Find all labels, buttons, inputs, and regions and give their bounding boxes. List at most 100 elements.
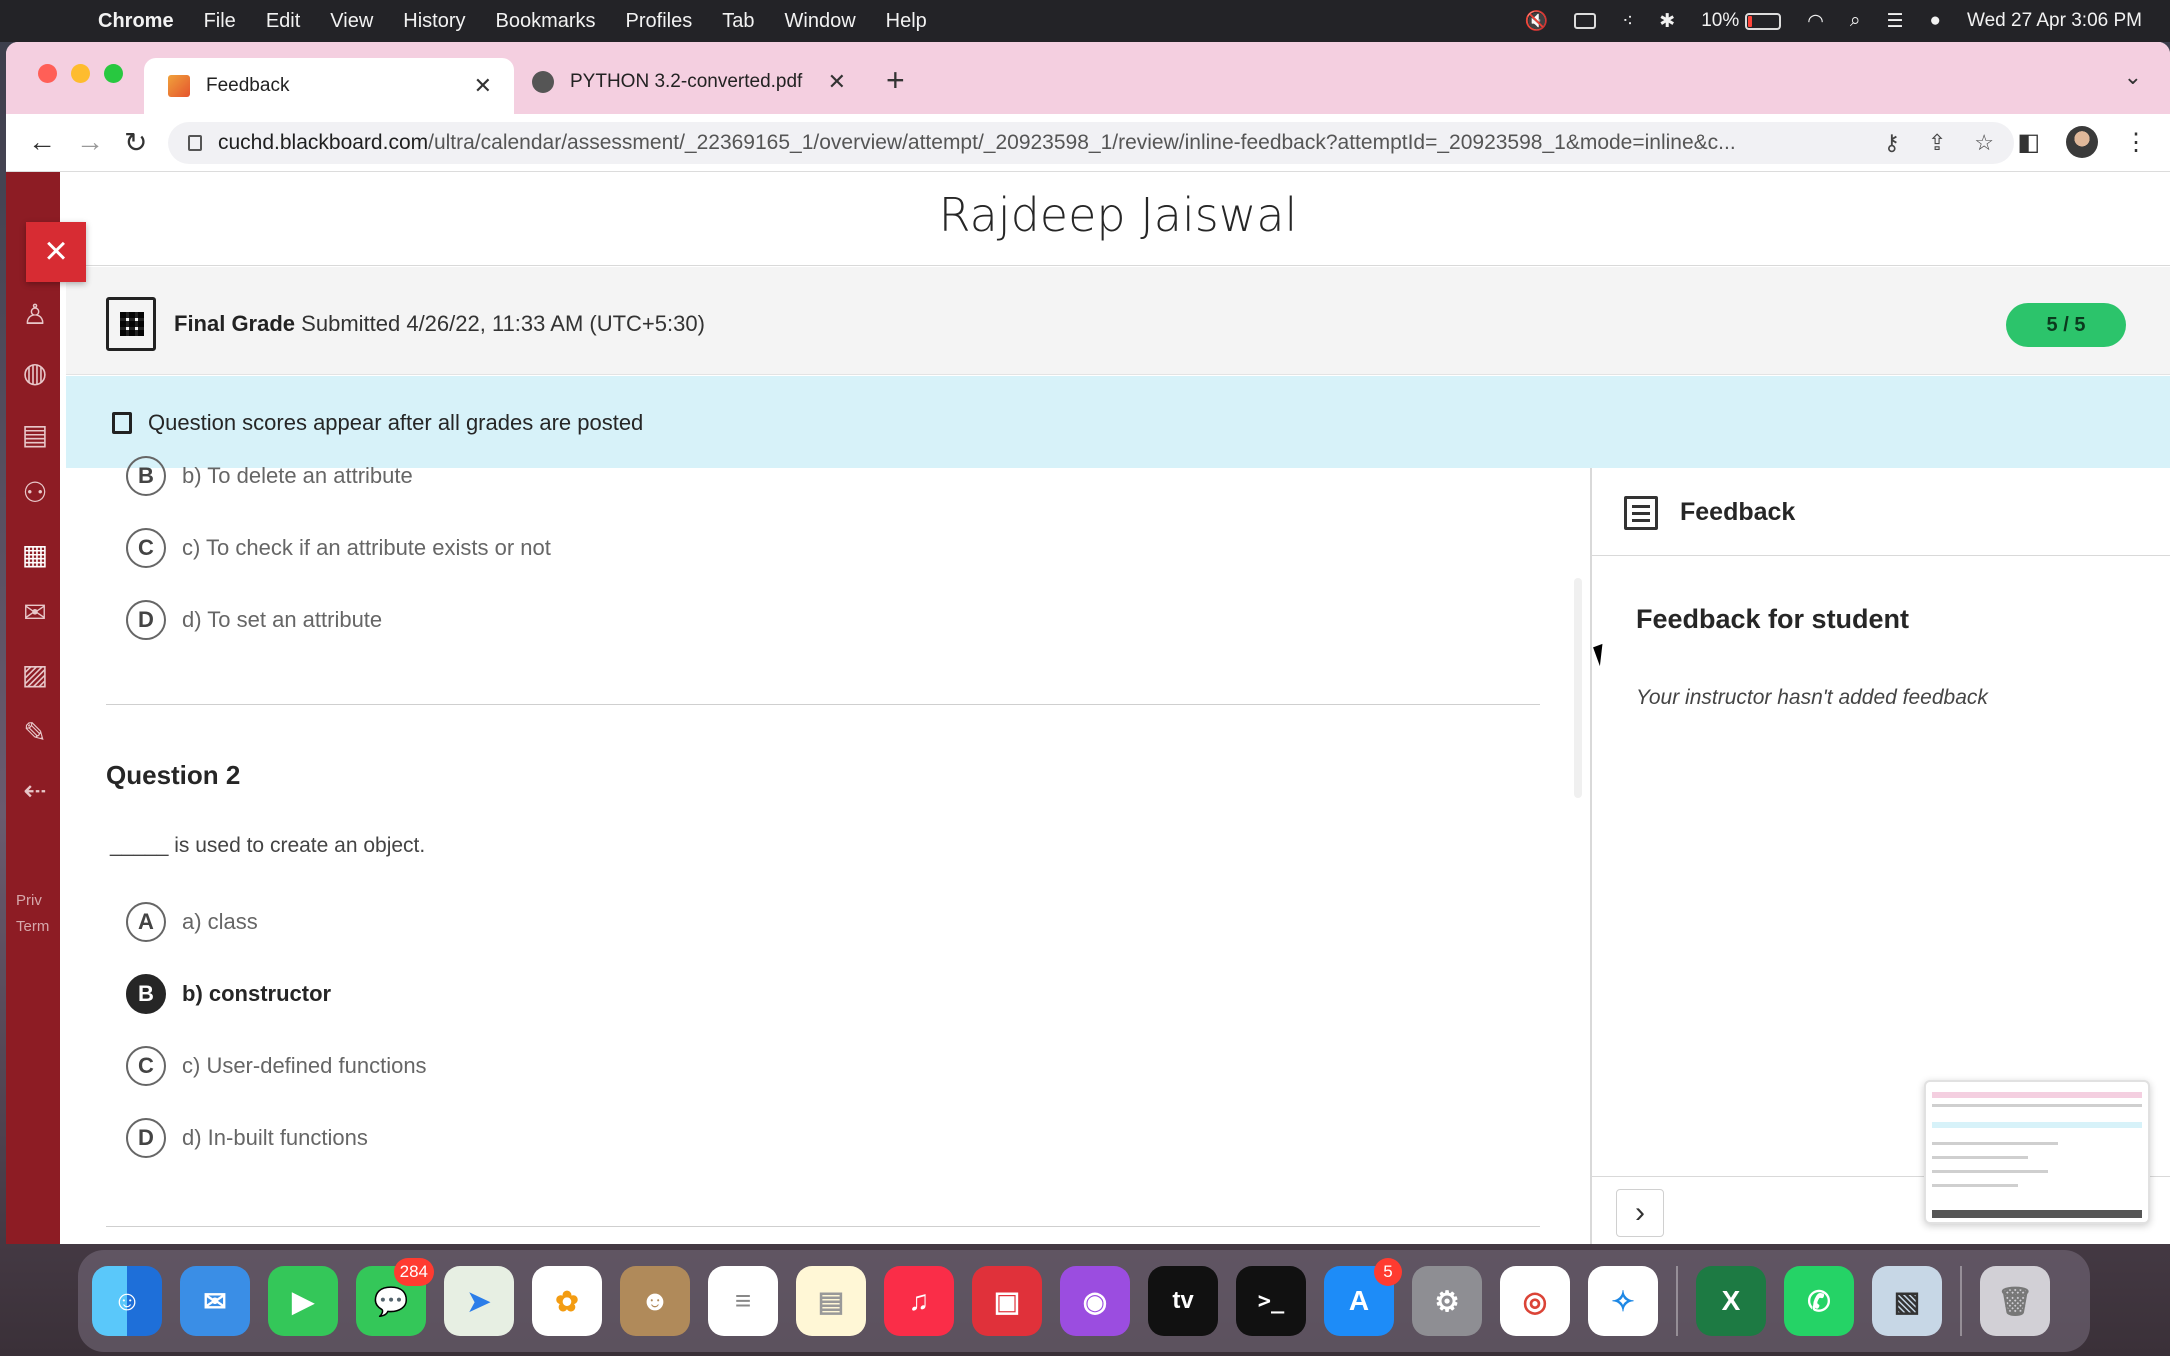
new-tab-button[interactable]: + xyxy=(886,62,905,99)
courses-icon[interactable]: ▤ xyxy=(20,420,50,450)
menu-tab[interactable]: Tab xyxy=(722,10,754,33)
calendar-icon[interactable]: ▦ xyxy=(20,540,50,570)
siri-icon[interactable]: ● xyxy=(1930,10,1941,32)
menu-bar-status-area: 🔇 ⁖ ✱ 10% ◠ ⌕ ☰ ● Wed 27 Apr 3:06 PM xyxy=(1524,0,2142,42)
spotlight-search-icon[interactable]: ⌕ xyxy=(1850,10,1861,32)
feedback-header-label: Feedback xyxy=(1680,498,1796,526)
key-icon[interactable]: ⚷ xyxy=(1884,130,1900,156)
q2-option-a[interactable]: A a) class xyxy=(126,902,258,942)
wifi-icon[interactable]: ◠ xyxy=(1807,10,1824,33)
option-letter: C xyxy=(126,528,166,568)
finder-icon[interactable]: ☺ xyxy=(92,1266,162,1336)
safari-icon[interactable]: ✧ xyxy=(1588,1266,1658,1336)
side-panel-icon[interactable]: ◧ xyxy=(2017,128,2040,157)
reminders-icon[interactable]: ≡ xyxy=(708,1266,778,1336)
bluetooth-icon[interactable]: ✱ xyxy=(1659,10,1675,33)
close-panel-button[interactable]: × xyxy=(26,222,86,282)
photo-booth-icon[interactable]: ▣ xyxy=(972,1266,1042,1336)
facetime-icon[interactable]: ▶ xyxy=(268,1266,338,1336)
minimize-window-button[interactable] xyxy=(71,64,90,83)
q2-option-c[interactable]: C c) User-defined functions xyxy=(126,1046,427,1086)
app-store-icon[interactable]: A5 xyxy=(1324,1258,1402,1336)
photos-icon[interactable]: ✿ xyxy=(532,1266,602,1336)
tools-icon[interactable]: ✎ xyxy=(20,718,50,748)
question-divider xyxy=(106,704,1540,705)
dock-separator xyxy=(1960,1266,1962,1336)
groups-icon[interactable]: ⚇ xyxy=(20,478,50,508)
url-host: cuchd.blackboard.com xyxy=(218,131,429,154)
contacts-icon[interactable]: ☻ xyxy=(620,1266,690,1336)
next-chevron-button[interactable]: › xyxy=(1616,1189,1664,1237)
screenshot-thumbnail-preview[interactable] xyxy=(1924,1080,2150,1224)
podcasts-icon[interactable]: ◉ xyxy=(1060,1266,1130,1336)
chrome-icon[interactable]: ◎ xyxy=(1500,1266,1570,1336)
option-text: b) To delete an attribute xyxy=(182,463,413,488)
terminal-icon[interactable]: >_ xyxy=(1236,1266,1306,1336)
menu-file[interactable]: File xyxy=(204,10,236,33)
apple-tv-icon[interactable]: tv xyxy=(1148,1266,1218,1336)
profile-icon[interactable]: ♙ xyxy=(20,300,50,330)
q1-option-d[interactable]: D d) To set an attribute xyxy=(126,600,382,640)
menu-profiles[interactable]: Profiles xyxy=(626,10,693,33)
whatsapp-icon[interactable]: ✆ xyxy=(1784,1266,1854,1336)
share-icon[interactable]: ⇪ xyxy=(1928,130,1946,156)
music-icon[interactable]: ♫ xyxy=(884,1266,954,1336)
profile-avatar[interactable] xyxy=(2066,126,2098,158)
tab-strip: Feedback ✕ PYTHON 3.2-converted.pdf ✕ + … xyxy=(6,42,2170,114)
questions-area[interactable]: B b) To delete an attribute C c) To chec… xyxy=(66,456,1590,1244)
option-letter: A xyxy=(126,902,166,942)
menu-clock[interactable]: Wed 27 Apr 3:06 PM xyxy=(1967,10,2142,32)
q2-option-d[interactable]: D d) In-built functions xyxy=(126,1118,368,1158)
system-preferences-icon[interactable]: ⚙ xyxy=(1412,1266,1482,1336)
menu-bookmarks[interactable]: Bookmarks xyxy=(496,10,596,33)
privacy-link[interactable]: Priv xyxy=(16,892,42,909)
menu-app-chrome[interactable]: Chrome xyxy=(98,10,174,33)
student-name-heading: Rajdeep Jaiswal xyxy=(66,172,2170,266)
grid-icon[interactable]: ⁖ xyxy=(1622,10,1633,33)
menu-edit[interactable]: Edit xyxy=(266,10,300,33)
tab-python-pdf[interactable]: PYTHON 3.2-converted.pdf ✕ xyxy=(518,58,868,106)
tab-search-chevron-icon[interactable]: ⌄ xyxy=(2124,64,2142,90)
more-menu-icon[interactable]: ⋮ xyxy=(2124,128,2148,157)
address-bar[interactable]: cuchd.blackboard.com /ultra/calendar/ass… xyxy=(168,122,2014,164)
notes-icon[interactable]: ▤ xyxy=(796,1266,866,1336)
menu-help[interactable]: Help xyxy=(886,10,927,33)
bookmark-star-icon[interactable]: ☆ xyxy=(1974,130,1994,156)
q1-option-c[interactable]: C c) To check if an attribute exists or … xyxy=(126,528,551,568)
preview-icon[interactable]: ▧ xyxy=(1872,1266,1942,1336)
mute-icon[interactable]: 🔇 xyxy=(1524,9,1548,33)
tab-title: PYTHON 3.2-converted.pdf xyxy=(570,71,803,92)
option-text: c) User-defined functions xyxy=(182,1053,427,1078)
excel-icon[interactable]: X xyxy=(1696,1266,1766,1336)
messages-icon[interactable]: 💬 284 xyxy=(356,1258,434,1336)
trash-icon[interactable]: 🗑 xyxy=(1980,1266,2050,1336)
grades-icon[interactable]: ▨ xyxy=(20,660,50,690)
back-arrow-icon[interactable]: ← xyxy=(28,126,56,158)
content-scrollbar[interactable] xyxy=(1574,578,1582,798)
sign-out-icon[interactable]: ⇠ xyxy=(20,776,50,806)
mail-icon[interactable]: ✉ xyxy=(180,1266,250,1336)
control-center-icon[interactable]: ☰ xyxy=(1886,10,1903,33)
maps-icon[interactable]: ➤ xyxy=(444,1266,514,1336)
q1-option-b[interactable]: B b) To delete an attribute xyxy=(126,456,413,496)
tab-close-icon[interactable]: ✕ xyxy=(474,73,492,99)
option-letter: B xyxy=(126,974,166,1014)
close-window-button[interactable] xyxy=(38,64,57,83)
forward-arrow-icon[interactable]: → xyxy=(76,126,104,158)
tab-feedback[interactable]: Feedback ✕ xyxy=(144,58,514,114)
reload-icon[interactable]: ↻ xyxy=(124,126,147,159)
zoom-window-button[interactable] xyxy=(104,64,123,83)
display-icon[interactable] xyxy=(1574,13,1597,29)
terms-link[interactable]: Term xyxy=(16,918,49,935)
option-letter: B xyxy=(126,456,166,496)
tab-close-icon[interactable]: ✕ xyxy=(828,69,846,95)
score-badge: 5 / 5 xyxy=(2006,303,2126,347)
menu-window[interactable]: Window xyxy=(785,10,856,33)
menu-view[interactable]: View xyxy=(330,10,373,33)
globe-icon[interactable]: ◍ xyxy=(20,358,50,388)
messages-icon[interactable]: ✉ xyxy=(20,598,50,628)
menu-history[interactable]: History xyxy=(403,10,465,33)
q2-option-b-selected[interactable]: B b) constructor xyxy=(126,974,331,1014)
lock-icon xyxy=(188,135,202,151)
battery-indicator[interactable]: 10% xyxy=(1701,10,1782,32)
